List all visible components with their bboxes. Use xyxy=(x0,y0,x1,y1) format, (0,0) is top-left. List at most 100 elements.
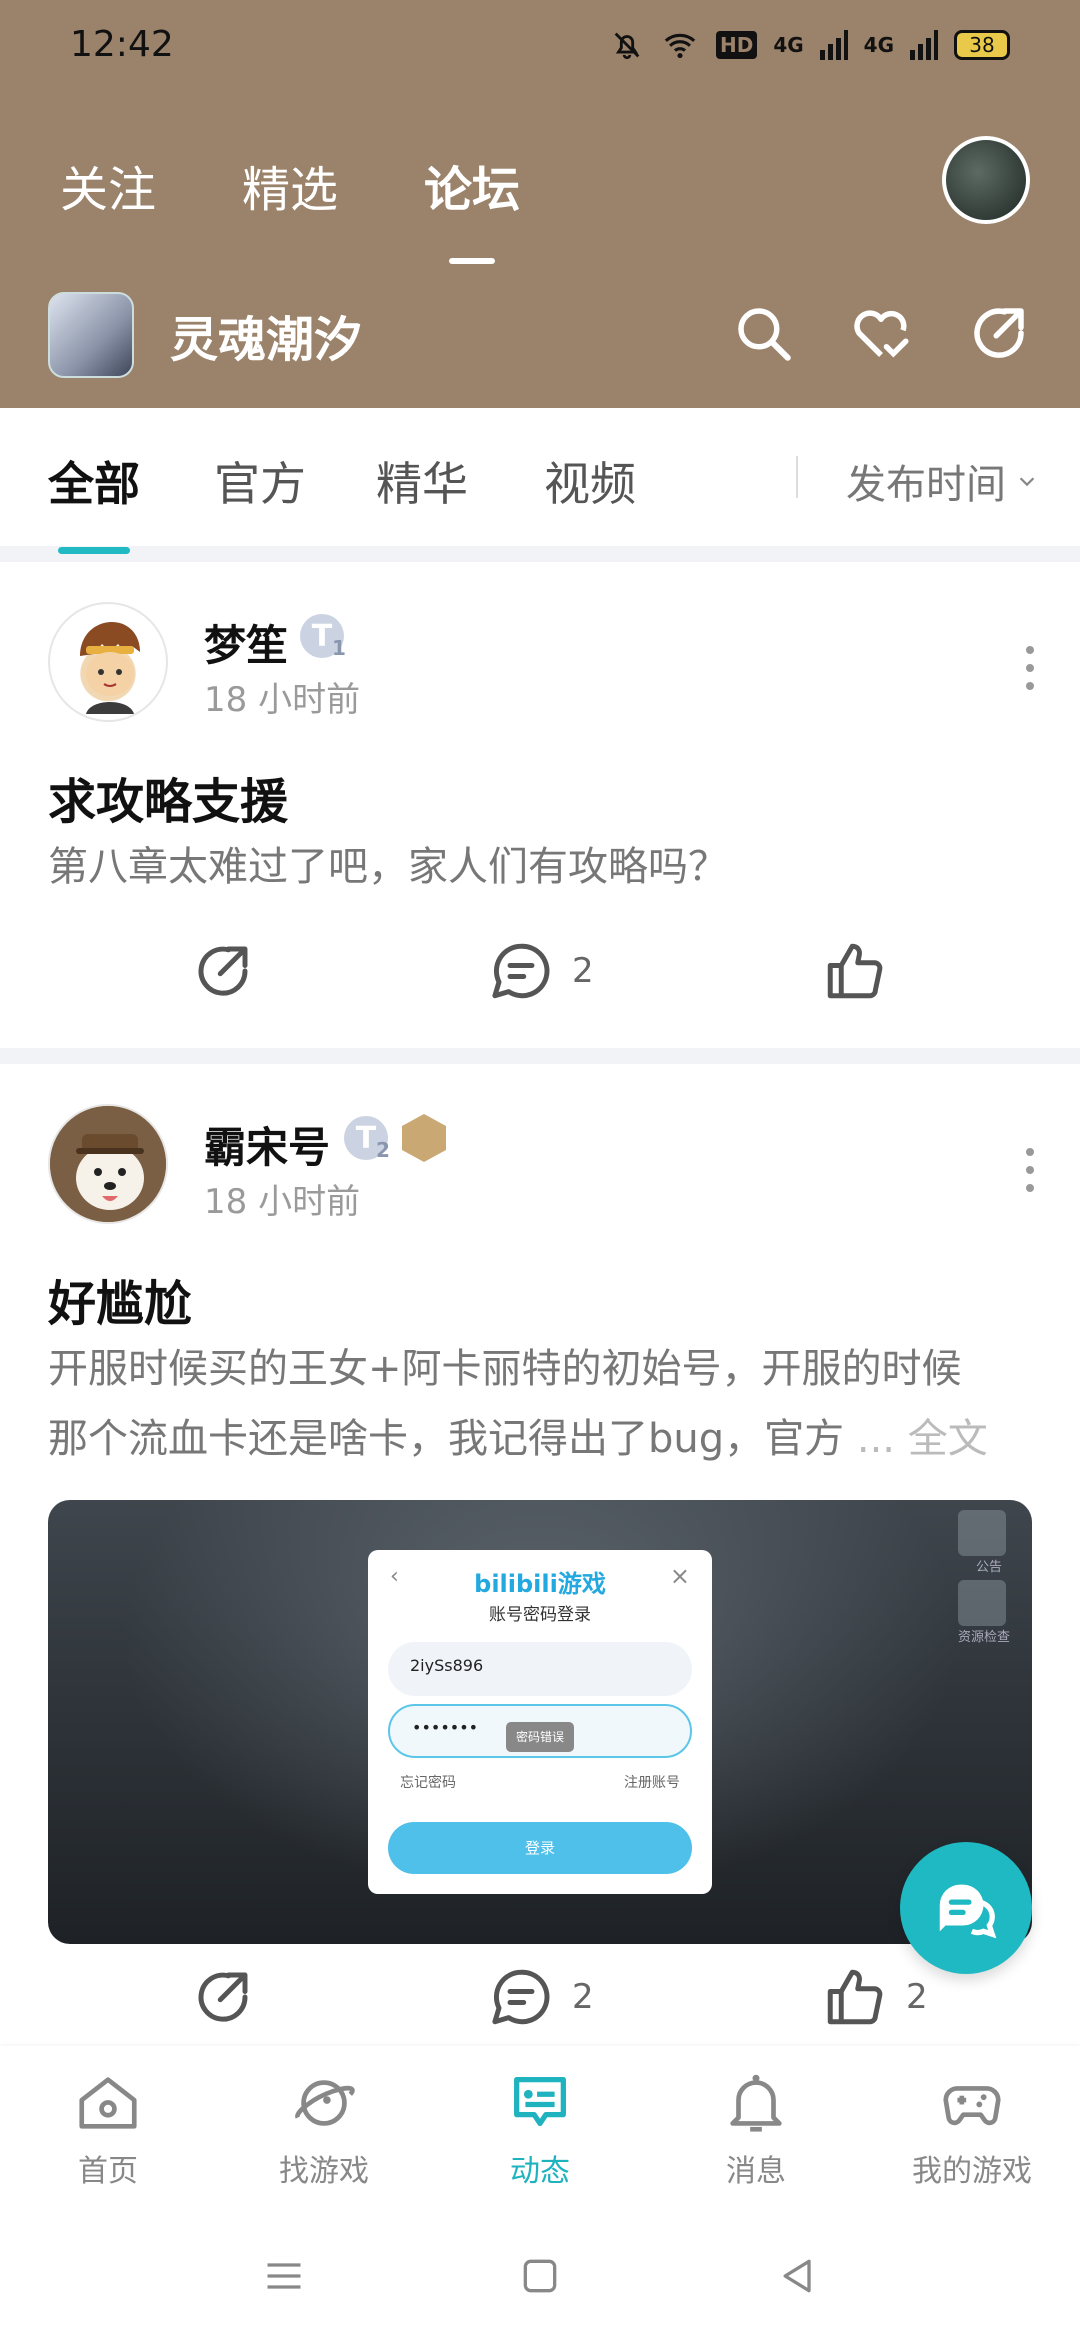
game-name: 灵魂潮汐 xyxy=(170,312,363,368)
comment-icon xyxy=(492,943,550,999)
system-nav-bar xyxy=(0,2216,1080,2340)
planet-icon xyxy=(295,2080,355,2126)
new-post-button[interactable] xyxy=(900,1842,1032,1974)
medal-badge-icon xyxy=(402,1114,446,1162)
sort-label: 发布时间 xyxy=(846,462,1006,508)
filter-bar: 全部 官方 精华 视频 发布时间 xyxy=(0,408,1080,554)
back-triangle-icon[interactable] xyxy=(776,2254,820,2298)
nav-home[interactable]: 首页 xyxy=(28,2068,188,2190)
feed-icon xyxy=(514,2077,566,2127)
filter-divider xyxy=(796,456,798,498)
post-body-line: 开服时候买的王女+阿卡丽特的初始号，开服的时候 xyxy=(48,1346,962,1392)
tab-forum[interactable]: 论坛 xyxy=(424,150,520,220)
nav-find-games[interactable]: 找游戏 xyxy=(244,2068,404,2190)
post-time: 18 小时前 xyxy=(204,680,361,720)
home-square-icon[interactable] xyxy=(518,2254,562,2298)
post-actions: 2 2 xyxy=(0,1964,1080,2044)
signal-4g-icon: 4G xyxy=(773,33,804,57)
filter-video[interactable]: 视频 xyxy=(544,448,636,514)
signal-bars-icon xyxy=(819,30,848,60)
filter-all[interactable]: 全部 xyxy=(48,448,140,554)
notice-label: 公告 xyxy=(975,1560,1002,1575)
battery-icon: 38 xyxy=(954,30,1010,60)
like-button[interactable]: 2 xyxy=(822,1964,928,2030)
read-more-link[interactable]: ... 全文 xyxy=(857,1416,988,1462)
post-card[interactable]: 梦笙 T 1 18 小时前 求攻略支援 第八章太难过了吧，家人们有攻略吗？ 2 xyxy=(0,562,1080,1048)
status-icons: HD 4G 4G 38 xyxy=(610,28,1010,62)
top-tab-bar: 关注 精选 论坛 xyxy=(60,150,520,220)
level-number: 1 xyxy=(332,636,346,660)
account-field: 2iySs896 xyxy=(388,1642,692,1696)
tab-follow[interactable]: 关注 xyxy=(60,150,156,220)
error-toast: 密码错误 xyxy=(506,1722,574,1752)
post-image[interactable]: 公告 资源检查 ‹ × bilibili游戏 账号密码登录 2iySs896 •… xyxy=(48,1500,1032,1944)
menu-icon[interactable] xyxy=(262,2254,306,2298)
hd-icon: HD xyxy=(715,31,758,59)
share-button[interactable] xyxy=(190,1964,256,2030)
resource-check-icon xyxy=(958,1580,1006,1626)
nav-label: 我的游戏 xyxy=(912,2154,1032,2189)
nav-label: 首页 xyxy=(78,2154,138,2189)
more-icon[interactable] xyxy=(1020,1148,1040,1192)
sort-dropdown[interactable]: 发布时间 xyxy=(846,452,1038,510)
chevron-down-icon xyxy=(1019,477,1035,487)
post-title: 好尴尬 xyxy=(48,1276,193,1332)
forgot-password-link: 忘记密码 xyxy=(400,1775,456,1791)
home-icon xyxy=(79,2077,137,2129)
share-button[interactable] xyxy=(190,938,256,1004)
share-icon[interactable] xyxy=(966,300,1032,366)
header-actions xyxy=(730,300,1032,366)
comment-count: 2 xyxy=(572,1977,594,2017)
game-icon xyxy=(48,292,134,378)
comment-button[interactable]: 2 xyxy=(488,938,594,1004)
nav-label: 消息 xyxy=(726,2154,786,2189)
nav-label: 动态 xyxy=(510,2154,570,2189)
status-time: 12:42 xyxy=(70,24,174,65)
post-actions: 2 xyxy=(0,938,1080,1018)
post-body-line: 那个流血卡还是啥卡，我记得出了bug，官方 ... 全文 xyxy=(48,1416,988,1462)
user-avatar[interactable] xyxy=(942,136,1030,224)
register-link: 注册账号 xyxy=(624,1775,680,1791)
search-icon[interactable] xyxy=(730,300,796,366)
post-body: 开服时候买的王女+阿卡丽特的初始号，开服的时候 那个流血卡还是啥卡，我记得出了b… xyxy=(48,1334,1028,1474)
nav-label: 找游戏 xyxy=(279,2154,369,2189)
mute-icon xyxy=(614,32,640,60)
like-button[interactable] xyxy=(822,938,888,1004)
wifi-icon xyxy=(664,33,696,59)
bottom-nav: 首页 找游戏 动态 消息 我的游戏 xyxy=(0,2046,1080,2216)
chat-bubble-icon xyxy=(939,1884,997,1939)
avatar[interactable] xyxy=(48,1104,168,1224)
comment-button[interactable]: 2 xyxy=(488,1964,594,2030)
avatar[interactable] xyxy=(48,602,168,722)
signal-bars-icon xyxy=(910,30,938,60)
dialog-subtitle: 账号密码登录 xyxy=(489,1605,591,1625)
level-number: 2 xyxy=(376,1138,390,1162)
nav-feed[interactable]: 动态 xyxy=(460,2068,620,2190)
battery-level: 38 xyxy=(969,33,995,57)
more-icon[interactable] xyxy=(1020,646,1040,690)
filter-official[interactable]: 官方 xyxy=(214,448,306,514)
forum-header: 12:42 HD 4G 4G 38 关注 精选 论坛 灵魂潮汐 xyxy=(0,0,1080,408)
resource-check-label: 资源检查 xyxy=(957,1630,1010,1645)
comment-icon xyxy=(492,1969,550,2025)
gamepad-icon xyxy=(943,2086,1001,2126)
avatar-image xyxy=(80,622,140,714)
tab-featured[interactable]: 精选 xyxy=(242,150,338,220)
heart-check-icon[interactable] xyxy=(848,300,914,366)
share-icon xyxy=(198,1972,248,2022)
game-info[interactable]: 灵魂潮汐 xyxy=(48,292,362,378)
username[interactable]: 霸宋号 xyxy=(204,1114,330,1175)
username[interactable]: 梦笙 xyxy=(204,612,288,673)
login-button: 登录 xyxy=(388,1822,692,1874)
comment-count: 2 xyxy=(572,951,594,991)
avatar-image xyxy=(50,1106,166,1222)
thumbs-up-icon xyxy=(827,1969,883,2025)
post-time: 18 小时前 xyxy=(204,1182,361,1222)
post-title: 求攻略支援 xyxy=(48,774,289,830)
nav-messages[interactable]: 消息 xyxy=(676,2068,836,2190)
nav-my-games[interactable]: 我的游戏 xyxy=(892,2068,1052,2190)
filter-featured[interactable]: 精华 xyxy=(376,448,468,514)
share-icon xyxy=(198,946,248,996)
login-dialog: ‹ × bilibili游戏 账号密码登录 2iySs896 ••••••• 密… xyxy=(368,1550,712,1894)
bell-icon xyxy=(730,2074,782,2132)
